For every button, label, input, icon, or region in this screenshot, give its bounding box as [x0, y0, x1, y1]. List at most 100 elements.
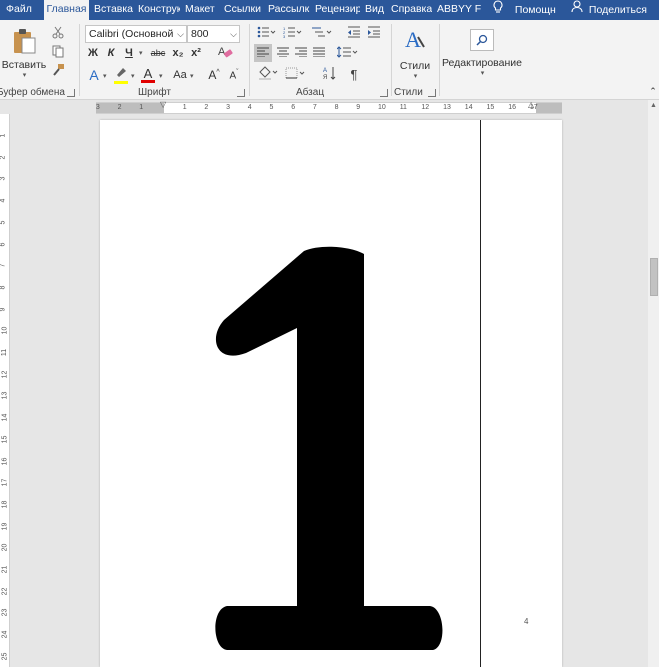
bullets-icon	[257, 26, 277, 41]
subscript-button[interactable]: x₂	[170, 45, 186, 61]
font-name-combo[interactable]: Calibri (Основной ⌵	[85, 25, 187, 43]
tab-abbyy[interactable]: ABBYY Fi	[437, 0, 481, 20]
tab-mailings[interactable]: Рассылк	[268, 0, 310, 20]
clipboard-group: Вставить ▾ Буфер обмена	[0, 20, 78, 100]
styles-launcher-icon[interactable]	[428, 89, 436, 97]
ruler-label: 9	[0, 307, 7, 312]
share-button[interactable]: Поделиться	[571, 0, 647, 20]
tab-references[interactable]: Ссылки	[224, 0, 261, 20]
sort-button[interactable]: AЯ	[322, 65, 338, 83]
ruler-label: 19	[1, 522, 9, 530]
align-right-icon	[295, 47, 307, 60]
italic-button[interactable]: К	[104, 45, 118, 61]
multilevel-list-button[interactable]	[310, 25, 334, 41]
ruler-label: 3	[0, 176, 7, 181]
highlight-dropdown-icon[interactable]: ▾	[131, 72, 135, 80]
tab-file[interactable]: Файл	[6, 0, 32, 20]
word-window: Файл Главная Вставка Конструкт Макет Ссы…	[0, 0, 659, 667]
ruler-label: 1	[139, 104, 144, 111]
ruler-label: 16	[508, 104, 516, 111]
tab-home[interactable]: Главная	[44, 0, 89, 21]
font-color-bar	[141, 80, 155, 83]
shrink-font-button[interactable]: Aˇ	[226, 66, 242, 84]
highlight-color-bar	[114, 81, 128, 84]
text-effects-icon: A	[89, 67, 99, 83]
scrollbar-thumb[interactable]	[650, 258, 658, 296]
cut-button[interactable]	[50, 25, 66, 41]
align-left-icon	[257, 47, 269, 60]
styles-button[interactable]: A Стили ▾	[396, 24, 434, 82]
text-effects-dropdown-icon[interactable]: ▾	[103, 72, 107, 80]
ruler-label: 10	[1, 326, 9, 335]
paste-button[interactable]: Вставить ▾	[2, 24, 46, 82]
first-line-indent-marker[interactable]: ▽	[160, 100, 166, 109]
lightbulb-icon	[492, 0, 504, 20]
decrease-indent-button[interactable]	[346, 25, 362, 41]
ruler-label: 1	[182, 104, 187, 111]
tab-layout[interactable]: Макет	[185, 0, 215, 20]
font-color-dropdown-icon[interactable]: ▾	[159, 72, 163, 80]
right-indent-marker[interactable]: △	[528, 100, 534, 109]
change-case-button[interactable]: Aa	[170, 66, 190, 84]
collapse-ribbon-icon[interactable]: ⌃	[648, 86, 658, 96]
ribbon: Вставить ▾ Буфер обмена Calibri (Основно…	[0, 20, 659, 100]
tell-me-button[interactable]: Помощн	[492, 0, 556, 20]
numbering-button[interactable]: 123	[282, 25, 304, 41]
increase-indent-button[interactable]	[366, 25, 382, 41]
align-left-button[interactable]	[254, 44, 272, 62]
font-color-button[interactable]: A	[140, 65, 156, 85]
copy-icon	[51, 44, 65, 61]
tab-help[interactable]: Справка	[391, 0, 432, 20]
eraser-icon: A	[217, 44, 233, 63]
ruler-margin-left	[96, 103, 164, 113]
align-center-button[interactable]	[274, 44, 292, 62]
ruler-label: 8	[334, 104, 339, 111]
borders-button[interactable]	[284, 65, 308, 83]
line-spacing-button[interactable]	[336, 44, 360, 62]
strikethrough-button[interactable]: abc	[148, 45, 168, 61]
font-launcher-icon[interactable]	[237, 89, 245, 97]
scroll-up-icon[interactable]: ▲	[650, 102, 657, 109]
paragraph-launcher-icon[interactable]	[380, 89, 388, 97]
ruler-label: 6	[291, 104, 296, 111]
ruler-label: 4	[247, 104, 252, 111]
bold-button[interactable]: Ж	[86, 45, 100, 61]
ruler-label: 13	[443, 104, 451, 111]
ruler-label: 5	[269, 104, 274, 111]
justify-button[interactable]	[310, 44, 328, 62]
text-effects-button[interactable]: A	[86, 66, 102, 84]
font-size-combo[interactable]: 800 ⌵	[187, 25, 240, 43]
digit-one-glyph	[215, 246, 443, 650]
ruler-label: 17	[1, 478, 9, 487]
styles-group: A Стили ▾ Стили	[392, 20, 438, 100]
underline-dropdown-icon[interactable]: ▾	[139, 49, 143, 57]
clear-formatting-button[interactable]: A	[216, 44, 234, 62]
bullets-button[interactable]	[256, 25, 278, 41]
format-painter-button[interactable]	[50, 63, 66, 79]
ruler-label: 5	[0, 220, 7, 225]
align-right-button[interactable]	[292, 44, 310, 62]
superscript-button[interactable]: x²	[188, 45, 204, 61]
editing-button[interactable]: Редактирование ▾	[440, 24, 524, 82]
svg-text:A: A	[323, 68, 327, 74]
vertical-scrollbar[interactable]: ▲	[648, 100, 659, 667]
document-page[interactable]: 1	[100, 120, 562, 667]
ruler-label: 3	[226, 104, 230, 111]
shading-button[interactable]	[256, 65, 280, 83]
clipboard-launcher-icon[interactable]	[67, 89, 75, 97]
ruler-label: 24	[1, 630, 9, 639]
search-icon	[470, 29, 494, 51]
highlight-button[interactable]	[113, 65, 129, 85]
change-case-dropdown-icon[interactable]: ▾	[190, 72, 194, 80]
tab-design[interactable]: Конструкт	[138, 0, 180, 20]
underline-button[interactable]: Ч	[122, 45, 136, 61]
grow-font-button[interactable]: A^	[206, 66, 222, 84]
show-formatting-button[interactable]: ¶	[346, 65, 362, 83]
tab-view[interactable]: Вид	[365, 0, 384, 20]
ruler-label: 16	[1, 457, 9, 465]
tab-review[interactable]: Рецензир	[315, 0, 360, 20]
ruler-label: 9	[356, 104, 361, 111]
ruler-label: 13	[1, 391, 9, 400]
copy-button[interactable]	[50, 44, 66, 60]
tab-insert[interactable]: Вставка	[94, 0, 133, 20]
